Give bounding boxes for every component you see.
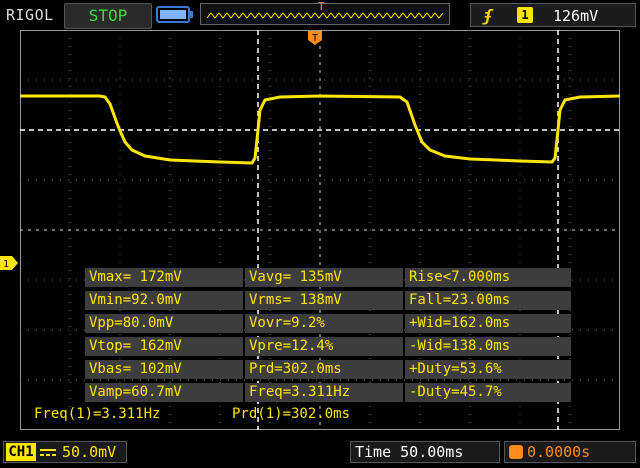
measurement-cell: Vovr=9.2% <box>245 314 403 333</box>
svg-text:T: T <box>312 33 318 44</box>
memory-depth-bar: T <box>200 0 450 25</box>
volts-per-div: 50.0mV <box>62 443 117 461</box>
bottom-status-bar: CH1 50.0mV Time 50.00ms 0.0000s <box>0 436 640 468</box>
measurement-cell: Vamp=60.7mV <box>85 383 243 402</box>
measurement-cell: Vpp=80.0mV <box>85 314 243 333</box>
memory-waveform-preview <box>206 12 444 19</box>
measurement-cell: Vpre=12.4% <box>245 337 403 356</box>
measurement-cell: Vbas= 102mV <box>85 360 243 379</box>
trigger-offset-panel[interactable]: 0.0000s <box>504 441 636 463</box>
measurement-row: Vbas= 102mV Prd=302.0ms +Duty=53.6% <box>85 358 571 381</box>
trigger-offset-value: 0.0000s <box>527 443 591 461</box>
measurement-cell: Prd=302.0ms <box>245 360 403 379</box>
trigger-position-marker[interactable]: T <box>308 31 322 45</box>
memory-trigger-marker: T <box>318 0 325 13</box>
measurement-cell: Vmin=92.0mV <box>85 291 243 310</box>
frequency-readout: Freq(1)=3.311Hz <box>34 406 161 422</box>
battery-icon <box>156 6 193 23</box>
run-stop-status[interactable]: STOP <box>64 3 152 29</box>
measurement-cell: Fall=23.00ms <box>405 291 571 310</box>
svg-text:1: 1 <box>3 259 9 270</box>
period-readout: Prd(1)=302.0ms <box>232 406 351 422</box>
measurement-row: Vmin=92.0mV Vrms= 138mV Fall=23.00ms <box>85 289 571 312</box>
measurement-cell: Rise<7.000ms <box>405 268 571 287</box>
top-status-bar: RIGOL STOP T ʄ 1 126mV <box>0 0 640 30</box>
measurement-cell: +Duty=53.6% <box>405 360 571 379</box>
channel1-label: CH1 <box>6 443 36 461</box>
measurement-cell: Vrms= 138mV <box>245 291 403 310</box>
measurement-cell: -Wid=138.0ms <box>405 337 571 356</box>
trigger-panel[interactable]: ʄ 1 126mV <box>470 3 636 27</box>
trigger-level: 126mV <box>553 7 599 25</box>
rising-edge-icon: ʄ <box>483 6 493 25</box>
dc-coupling-icon <box>40 449 56 456</box>
channel1-ground-marker[interactable]: 1 <box>0 256 18 270</box>
measurement-row: Vmax= 172mV Vavg= 135mV Rise<7.000ms <box>85 266 571 289</box>
measurement-row: Vtop= 162mV Vpre=12.4% -Wid=138.0ms <box>85 335 571 358</box>
timebase-readout[interactable]: Time 50.00ms <box>350 441 500 463</box>
trigger-source-badge: 1 <box>517 7 533 23</box>
measurement-cell: Vmax= 172mV <box>85 268 243 287</box>
measurement-cell: Vtop= 162mV <box>85 337 243 356</box>
measurement-cell: -Duty=45.7% <box>405 383 571 402</box>
channel1-scale-panel[interactable]: CH1 50.0mV <box>3 441 127 463</box>
measurement-cell: +Wid=162.0ms <box>405 314 571 333</box>
brand-logo: RIGOL <box>6 6 54 24</box>
measurement-row: Vamp=60.7mV Freq=3.311Hz -Duty=45.7% <box>85 381 571 404</box>
measurement-cell: Vavg= 135mV <box>245 268 403 287</box>
measurement-table: Vmax= 172mV Vavg= 135mV Rise<7.000ms Vmi… <box>85 266 571 404</box>
measurement-row: Vpp=80.0mV Vovr=9.2% +Wid=162.0ms <box>85 312 571 335</box>
trigger-offset-icon <box>509 445 523 459</box>
measurement-cell: Freq=3.311Hz <box>245 383 403 402</box>
